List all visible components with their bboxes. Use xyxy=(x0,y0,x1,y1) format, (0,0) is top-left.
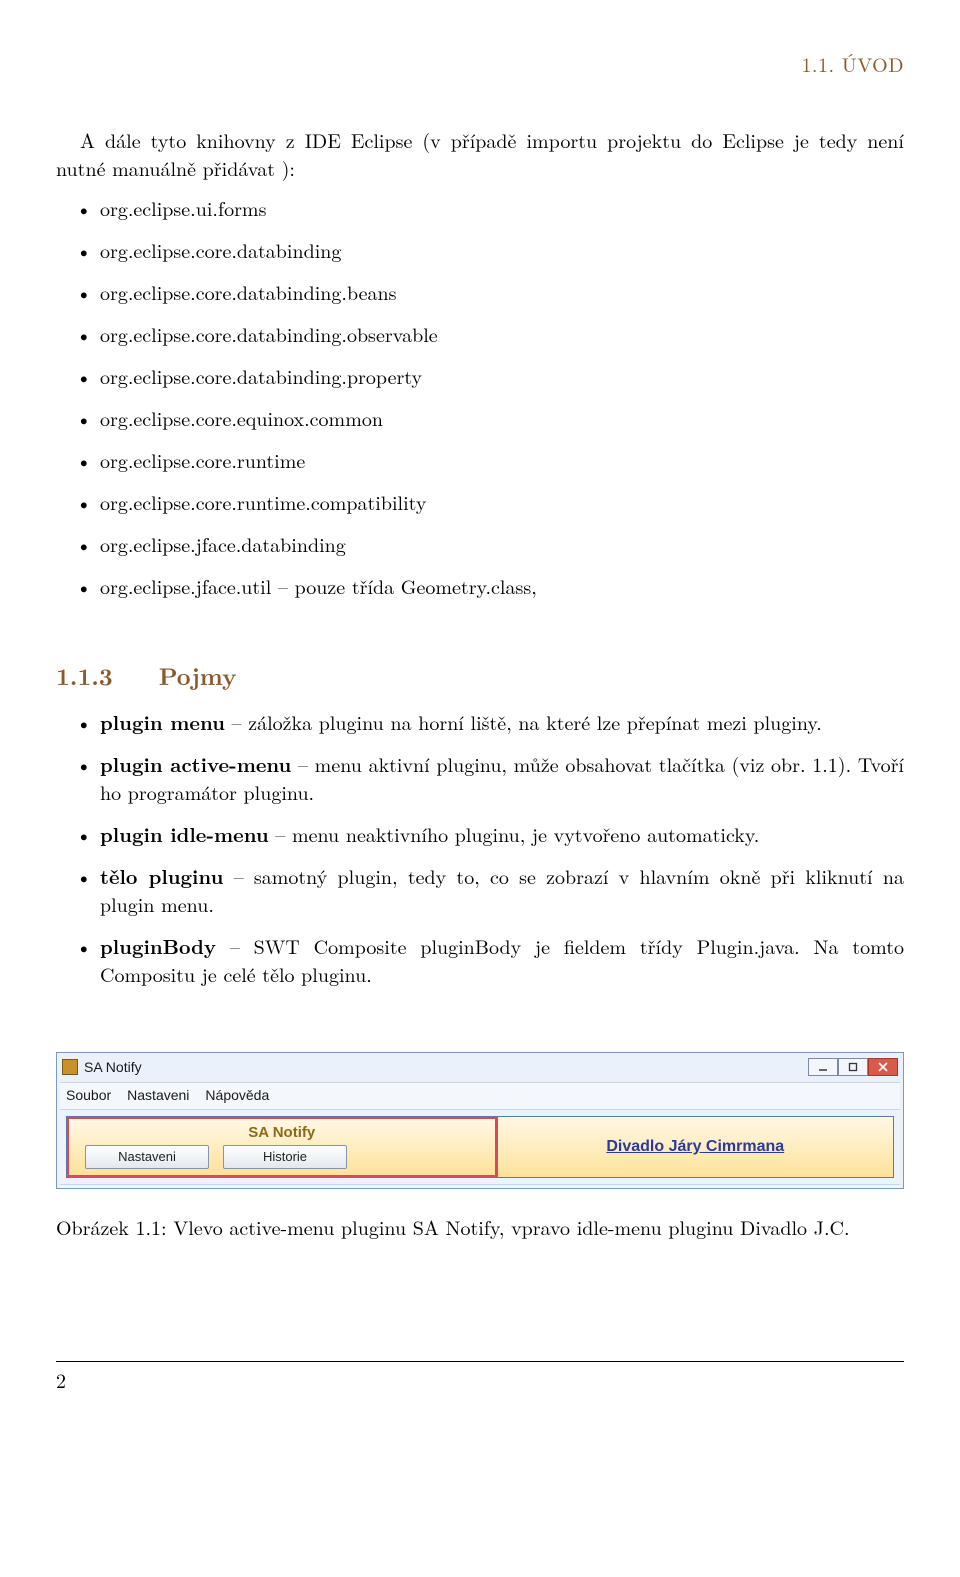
active-tab-buttons: Nastaveni Historie xyxy=(79,1145,485,1169)
menubar: Soubor Nastaveni Nápověda xyxy=(60,1082,900,1109)
term-name: tělo pluginu xyxy=(100,861,223,890)
term-name: plugin active-menu xyxy=(100,749,291,778)
active-tab-title: SA Notify xyxy=(79,1122,485,1143)
idle-tab-label: Divadlo Járy Cimrmana xyxy=(606,1136,784,1158)
app-icon xyxy=(62,1059,78,1075)
plugin-active-menu[interactable]: SA Notify Nastaveni Historie xyxy=(67,1117,497,1177)
library-item: org.eclipse.core.runtime.compatibility xyxy=(56,488,904,516)
historie-button[interactable]: Historie xyxy=(223,1145,347,1169)
section-number: 1.1.3 xyxy=(56,659,113,693)
section-title: Pojmy xyxy=(159,659,237,693)
maximize-icon xyxy=(848,1062,858,1072)
page-number: 2 xyxy=(56,1365,66,1394)
library-item: org.eclipse.core.databinding.property xyxy=(56,362,904,390)
library-item: org.eclipse.core.databinding xyxy=(56,236,904,264)
figure-1-1: SA Notify Soubor Nastaveni Nápověda xyxy=(56,1052,904,1241)
library-list: org.eclipse.ui.forms org.eclipse.core.dat… xyxy=(56,194,904,600)
library-item: org.eclipse.core.equinox.common xyxy=(56,404,904,432)
figure-caption: Obrázek 1.1: Vlevo active-menu pluginu S… xyxy=(56,1213,904,1241)
terms-list: plugin menu – záložka pluginu na horní l… xyxy=(56,708,904,988)
window-titlebar: SA Notify xyxy=(60,1055,900,1083)
term-item: plugin idle-menu – menu neaktivního plug… xyxy=(56,820,904,848)
intro-paragraph: A dále tyto knihovny z IDE Eclipse (v př… xyxy=(56,126,904,182)
term-item: plugin menu – záložka pluginu na horní l… xyxy=(56,708,904,736)
term-name: plugin menu xyxy=(100,707,225,736)
library-item: org.eclipse.core.runtime xyxy=(56,446,904,474)
nastaveni-button[interactable]: Nastaveni xyxy=(85,1145,209,1169)
term-desc: – menu neaktivního pluginu, je vytvořeno… xyxy=(269,819,760,848)
menu-item-napoveda[interactable]: Nápověda xyxy=(205,1086,269,1106)
plugin-menu-row: SA Notify Nastaveni Historie Divadlo Jár… xyxy=(66,1116,894,1178)
library-item: org.eclipse.ui.forms xyxy=(56,194,904,222)
minimize-icon xyxy=(818,1062,828,1072)
close-icon xyxy=(878,1062,888,1072)
plugin-menu-row-wrap: SA Notify Nastaveni Historie Divadlo Jár… xyxy=(60,1109,900,1184)
menu-item-nastaveni[interactable]: Nastaveni xyxy=(127,1086,189,1106)
window-title: SA Notify xyxy=(84,1058,142,1078)
plugin-idle-menu[interactable]: Divadlo Járy Cimrmana xyxy=(497,1117,893,1177)
app-window: SA Notify Soubor Nastaveni Nápověda xyxy=(56,1052,904,1189)
term-item: plugin active-menu – menu aktivní plugin… xyxy=(56,750,904,806)
term-desc: – záložka pluginu na horní liště, na kte… xyxy=(225,707,822,736)
page-footer: 2 xyxy=(56,1361,904,1394)
running-header: 1.1. ÚVOD xyxy=(56,50,904,78)
library-item: org.eclipse.jface.databinding xyxy=(56,530,904,558)
window-controls xyxy=(808,1058,898,1076)
term-name: pluginBody xyxy=(100,931,216,960)
library-item: org.eclipse.core.databinding.beans xyxy=(56,278,904,306)
term-item: tělo pluginu – samotný plugin, tedy to, … xyxy=(56,862,904,918)
library-item: org.eclipse.jface.util – pouze třída Geo… xyxy=(56,572,904,600)
minimize-button[interactable] xyxy=(808,1058,838,1076)
close-button[interactable] xyxy=(868,1058,898,1076)
term-item: pluginBody – SWT Composite pluginBody je… xyxy=(56,932,904,988)
titlebar-left: SA Notify xyxy=(62,1058,142,1078)
window-footer-strip xyxy=(60,1184,900,1188)
term-name: plugin idle-menu xyxy=(100,819,269,848)
library-item: org.eclipse.core.databinding.observable xyxy=(56,320,904,348)
menu-item-soubor[interactable]: Soubor xyxy=(66,1086,111,1106)
section-heading: 1.1.3 Pojmy xyxy=(56,660,904,694)
term-desc: – SWT Composite pluginBody je fieldem tř… xyxy=(100,931,904,988)
maximize-button[interactable] xyxy=(838,1058,868,1076)
